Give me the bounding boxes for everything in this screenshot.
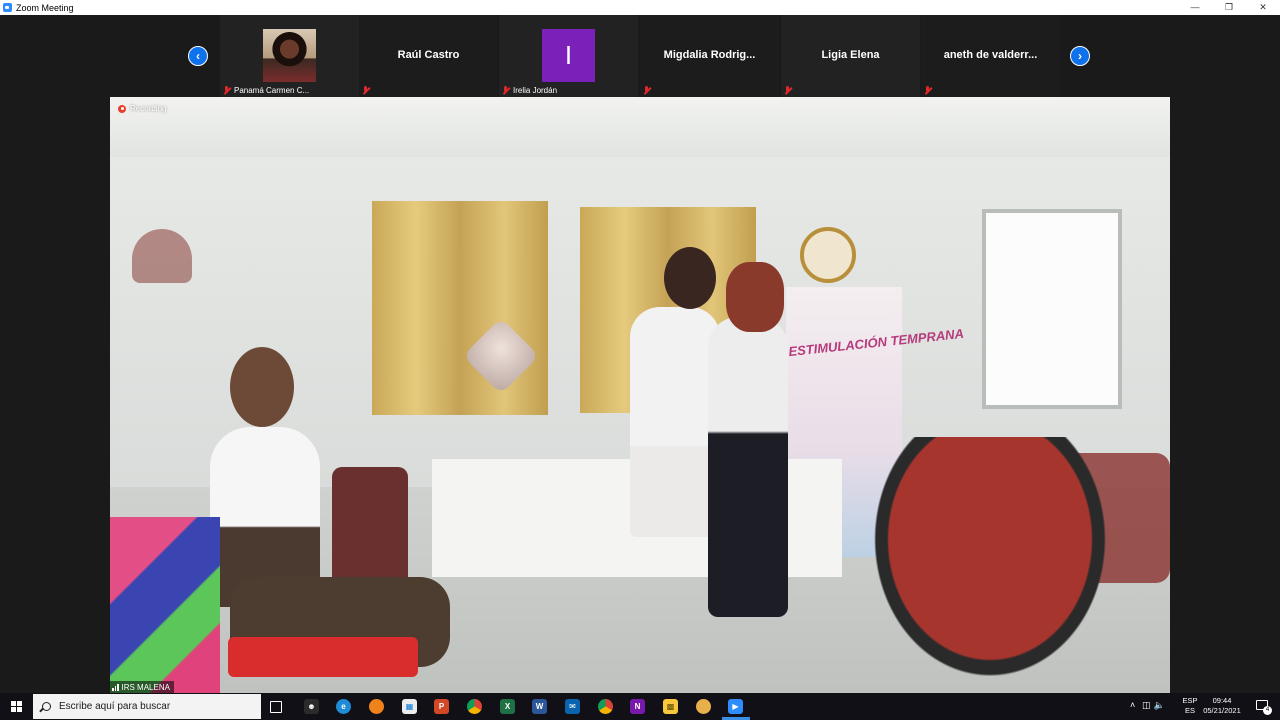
signal-strength-icon — [112, 683, 119, 691]
task-view-icon[interactable] — [270, 701, 282, 713]
video-scene-person-standing-head — [726, 262, 784, 332]
muted-mic-icon — [223, 85, 231, 95]
participant-tile[interactable]: Migdalia Rodrig... — [640, 15, 779, 97]
people-icon[interactable]: ☻ — [304, 699, 319, 714]
participant-tile[interactable]: Panamá Carmen C... — [220, 15, 359, 97]
restore-button[interactable]: ❐ — [1212, 0, 1246, 15]
participant-name: Migdalia Rodrig... — [663, 49, 756, 61]
video-scene-person-seated-head — [230, 347, 294, 427]
window-controls: — ❐ ✕ — [1178, 0, 1280, 15]
video-scene-person-standing-head — [664, 247, 716, 309]
participant-tile[interactable]: Ligia Elena — [781, 15, 920, 97]
participant-name: Irelia Jordán — [513, 85, 558, 95]
chrome-icon[interactable] — [467, 699, 482, 714]
muted-mic-icon — [502, 85, 510, 95]
start-button[interactable] — [0, 693, 32, 720]
zoom-icon[interactable]: ▶ — [728, 699, 743, 714]
participant-label: Panamá Carmen C... — [223, 84, 309, 96]
powerpoint-icon[interactable]: P — [434, 699, 449, 714]
language-indicator[interactable]: ESP ES — [1180, 696, 1200, 716]
windows-logo-icon — [10, 701, 22, 712]
next-page-button[interactable]: › — [1070, 46, 1090, 66]
main-video[interactable]: ESTIMULACIÓN TEMPRANA Recording IRS MALE… — [110, 97, 1170, 693]
window-title: Zoom Meeting — [16, 2, 74, 13]
muted-mic-icon — [643, 85, 651, 95]
zoom-app-icon — [3, 3, 12, 12]
participant-label — [362, 84, 373, 96]
video-scene-quilt — [110, 517, 220, 693]
participant-name: Panamá Carmen C... — [234, 85, 310, 95]
video-scene-ceiling — [110, 97, 1170, 157]
participant-label: Irelia Jordán — [502, 84, 557, 96]
participant-video-thumbnail — [263, 29, 316, 82]
video-scene-window — [982, 209, 1122, 409]
search-icon — [42, 702, 51, 711]
participant-strip: ‹ Panamá Carmen C... Raúl Castro I Ireli… — [0, 15, 1280, 97]
tray-network-volume-icons[interactable]: ◫🔈 — [1142, 700, 1168, 711]
media-app-icon[interactable] — [696, 699, 711, 714]
video-scene-curtain — [372, 201, 548, 415]
clock[interactable]: 09:44 05/21/2021 — [1200, 696, 1244, 716]
participant-tile[interactable]: I Irelia Jordán — [499, 15, 638, 97]
participant-label — [924, 84, 935, 96]
muted-mic-icon — [362, 85, 370, 95]
show-hidden-icons-chevron-icon[interactable]: ˄ — [1130, 700, 1135, 710]
onenote-icon[interactable]: N — [630, 699, 645, 714]
language-top: ESP — [1182, 696, 1198, 705]
recording-label: Recording — [130, 104, 167, 113]
speaker-label: IRS MALENA — [110, 681, 174, 693]
muted-mic-icon — [784, 85, 792, 95]
participant-name: Ligia Elena — [821, 49, 880, 61]
video-scene-heart-decoration — [132, 229, 192, 283]
participant-label — [643, 84, 654, 96]
language-bottom: ES — [1184, 706, 1195, 715]
speaker-name: IRS MALENA — [121, 682, 170, 692]
firefox-icon[interactable] — [369, 699, 384, 714]
notification-count-badge: 4 — [1263, 706, 1272, 715]
edge-icon[interactable]: e — [336, 699, 351, 714]
chrome-profile-icon[interactable] — [598, 699, 613, 714]
recording-icon — [118, 104, 126, 113]
mail-icon[interactable]: ✉ — [565, 699, 580, 714]
close-button[interactable]: ✕ — [1246, 0, 1280, 15]
file-explorer-icon[interactable]: ▩ — [663, 699, 678, 714]
search-placeholder: Escribe aquí para buscar — [59, 701, 171, 712]
clock-time: 09:44 — [1212, 696, 1232, 705]
word-icon[interactable]: W — [532, 699, 547, 714]
participant-label — [784, 84, 795, 96]
recording-indicator[interactable]: Recording — [118, 104, 166, 113]
participant-name: aneth de valderr... — [943, 49, 1038, 61]
participant-tile[interactable]: Raúl Castro — [359, 15, 498, 97]
participant-name: Raúl Castro — [397, 49, 460, 61]
clock-date: 05/21/2021 — [1203, 706, 1241, 715]
video-scene-chair — [332, 467, 408, 587]
store-icon[interactable]: ▦ — [402, 699, 417, 714]
windows-taskbar: Escribe aquí para buscar ☻ e ▦ P X W ✉ N… — [0, 693, 1280, 720]
taskbar-search-box[interactable]: Escribe aquí para buscar — [33, 694, 261, 719]
participant-tile[interactable]: aneth de valderr... — [921, 15, 1060, 97]
previous-page-button[interactable]: ‹ — [188, 46, 208, 66]
video-scene-person-standing — [630, 307, 720, 537]
video-scene-red-chair — [228, 637, 418, 677]
minimize-button[interactable]: — — [1178, 0, 1212, 15]
video-scene-person-standing — [708, 317, 788, 617]
participant-avatar: I — [542, 29, 595, 82]
video-scene-office-chair — [860, 437, 1120, 693]
muted-mic-icon — [924, 85, 932, 95]
title-bar: Zoom Meeting — ❐ ✕ — [0, 0, 1280, 15]
video-scene-emblem — [800, 227, 856, 283]
excel-icon[interactable]: X — [500, 699, 515, 714]
